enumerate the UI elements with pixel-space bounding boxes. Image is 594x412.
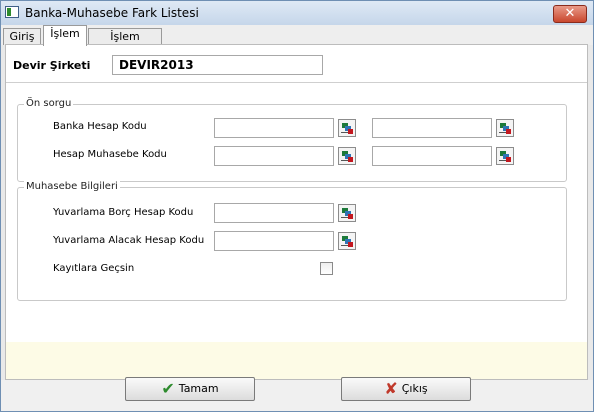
tab-label: İşlem [50,27,80,40]
group-title: Ön sorgu [24,98,74,109]
bank-account-from-input[interactable] [214,118,334,138]
tab-islem-sonucu[interactable]: İşlem Sonucu [88,28,162,59]
lookup-icon[interactable] [338,147,356,165]
exit-button[interactable]: ✘ Çıkış [341,377,471,401]
lookup-icon[interactable] [338,204,356,222]
lookup-icon[interactable] [338,119,356,137]
exit-button-label: Çıkış [401,382,428,395]
tab-panel: Devir Şirketi DEVIR2013 Ön sorgu Banka H… [5,44,588,380]
bank-account-to-input[interactable] [372,118,492,138]
post-records-checkbox[interactable] [320,262,333,275]
rounding-debit-label: Yuvarlama Borç Hesap Kodu [53,207,194,218]
dialog-window: Banka-Muhasebe Fark Listesi ✕ Giriş İşle… [0,0,594,412]
rounding-credit-label: Yuvarlama Alacak Hesap Kodu [53,235,205,246]
ok-button-label: Tamam [178,382,219,395]
rounding-credit-input[interactable] [214,231,334,251]
close-button[interactable]: ✕ [553,5,587,23]
tab-islem[interactable]: İşlem [43,25,87,46]
button-bar: ✔ Tamam ✘ Çıkış [1,377,593,411]
tab-label: Giriş [9,30,35,43]
group-title: Muhasebe Bilgileri [24,181,120,192]
post-records-label: Kayıtlara Geçsin [53,263,135,274]
lookup-icon[interactable] [338,232,356,250]
lookup-icon[interactable] [496,119,514,137]
bank-account-code-label: Banka Hesap Kodu [53,121,147,132]
company-label: Devir Şirketi [13,59,91,72]
tab-giris[interactable]: Giriş [3,28,41,45]
tab-strip: Giriş İşlem İşlem Sonucu [1,25,593,59]
info-strip [6,342,587,379]
company-row: Devir Şirketi DEVIR2013 [6,45,587,83]
accounting-code-to-input[interactable] [372,146,492,166]
company-field[interactable]: DEVIR2013 [112,55,323,75]
lookup-icon[interactable] [496,147,514,165]
rounding-debit-input[interactable] [214,203,334,223]
x-icon: ✘ [384,379,398,398]
checkmark-icon: ✔ [161,379,175,398]
window-title: Banka-Muhasebe Fark Listesi [25,6,199,20]
accounting-code-label: Hesap Muhasebe Kodu [53,149,167,160]
accounting-code-from-input[interactable] [214,146,334,166]
title-bar[interactable]: Banka-Muhasebe Fark Listesi ✕ [1,1,593,26]
app-icon [5,6,19,18]
ok-button[interactable]: ✔ Tamam [125,377,255,401]
pre-query-group: Ön sorgu [17,98,567,182]
